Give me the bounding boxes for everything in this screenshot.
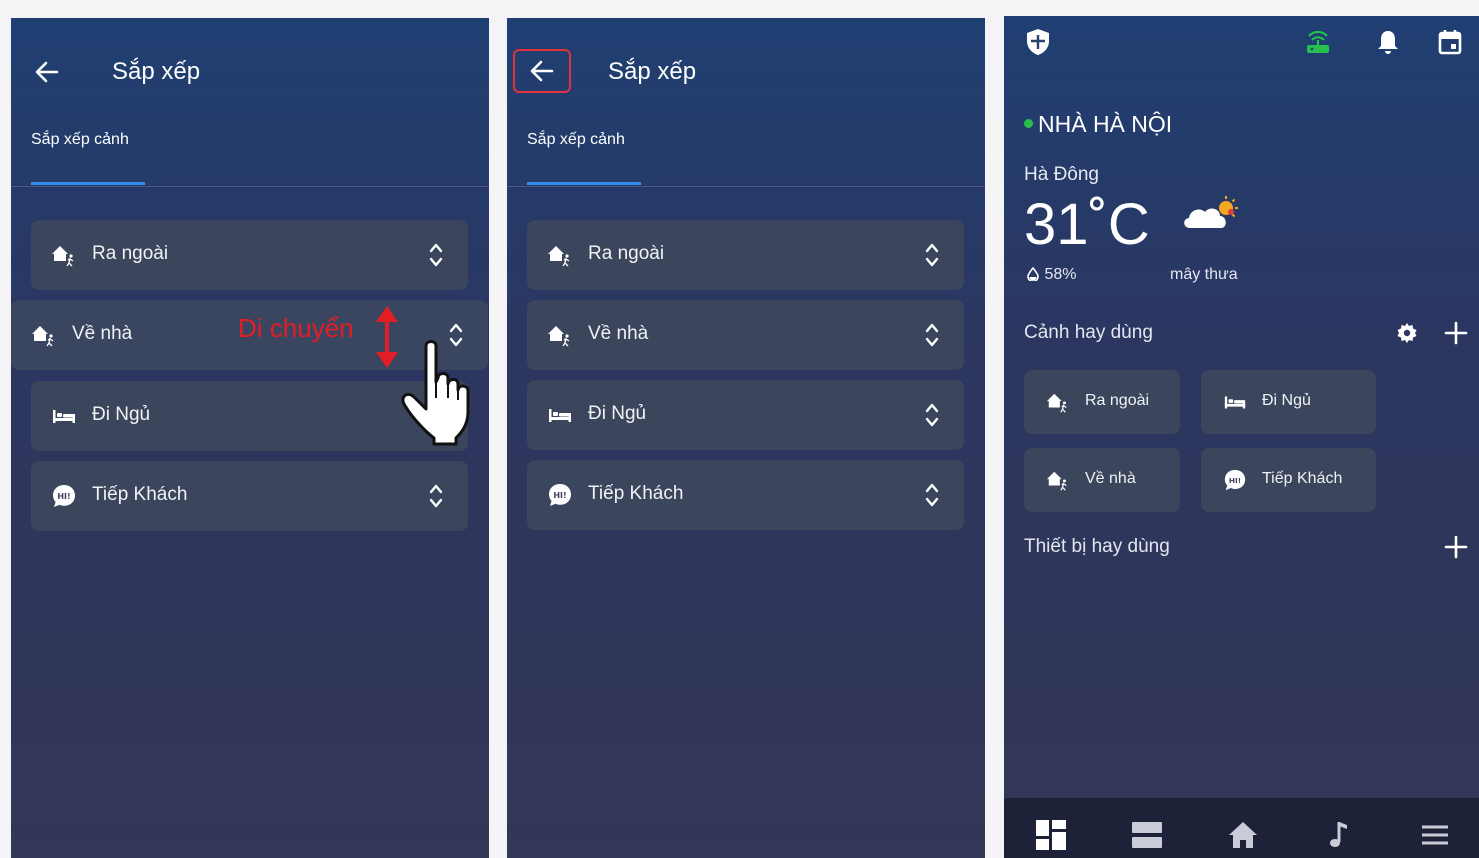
weather-location: Hà Đông <box>1024 164 1099 185</box>
scene-label: Về nhà <box>72 323 133 344</box>
rooms-icon[interactable] <box>1130 818 1164 852</box>
gear-icon[interactable] <box>1395 321 1419 345</box>
hi-bubble-icon <box>547 482 573 508</box>
shield-icon[interactable] <box>1022 26 1054 58</box>
favorite-devices-title: Thiết bị hay dùng <box>1024 536 1170 557</box>
scene-row-ve-nha[interactable]: Về nhà <box>527 300 964 370</box>
page-title: Sắp xếp <box>608 58 697 85</box>
screen-sort-back: Sắp xếp Sắp xếp cảnh Ra ngoài Về nhà Đi … <box>507 18 985 858</box>
humidity: 58% <box>1026 266 1076 284</box>
scene-chip-tiep-khach[interactable]: Tiếp Khách <box>1201 448 1376 512</box>
scene-row-ra-ngoai[interactable]: Ra ngoài <box>527 220 964 290</box>
temperature: 31˚C <box>1024 192 1150 257</box>
home-name-text: NHÀ HÀ NỘI <box>1038 111 1173 137</box>
scene-label: Tiếp Khách <box>588 483 684 504</box>
scene-chip-ra-ngoai[interactable]: Ra ngoài <box>1024 370 1180 434</box>
scene-chip-di-ngu[interactable]: Đi Ngủ <box>1201 370 1376 434</box>
return-home-icon <box>1046 468 1070 492</box>
home-name[interactable]: NHÀ HÀ NỘI <box>1024 111 1172 138</box>
header: Sắp xếp Sắp xếp cảnh <box>507 18 985 185</box>
leave-home-icon <box>1046 390 1070 414</box>
pointing-hand-icon <box>401 340 470 446</box>
back-button-highlighted[interactable] <box>513 49 571 93</box>
menu-icon[interactable] <box>1418 818 1452 852</box>
bed-icon <box>1223 390 1247 414</box>
bottom-navigation <box>1004 798 1479 858</box>
scene-chip-label: Tiếp Khách <box>1262 470 1343 487</box>
partly-cloudy-icon <box>1184 196 1238 228</box>
tab-active-indicator <box>527 182 641 185</box>
scene-label: Ra ngoài <box>588 243 665 264</box>
music-icon[interactable] <box>1322 818 1356 852</box>
divider <box>11 186 489 187</box>
scene-row-tiep-khach[interactable]: Tiếp Khách <box>527 460 964 530</box>
scene-row-tiep-khach[interactable]: Tiếp Khách <box>31 461 468 531</box>
back-arrow-icon <box>33 58 61 86</box>
scene-label: Về nhà <box>588 323 649 344</box>
bell-icon[interactable] <box>1372 26 1404 58</box>
humidity-value: 58% <box>1044 266 1077 283</box>
home-icon[interactable] <box>1226 818 1260 852</box>
tab-sort-scenes[interactable]: Sắp xếp cảnh <box>31 131 129 149</box>
divider <box>507 186 985 187</box>
return-home-icon <box>31 322 57 348</box>
scene-chip-label: Về nhà <box>1085 470 1136 487</box>
favorite-scenes-title: Cảnh hay dùng <box>1024 322 1153 343</box>
drag-handle-icon[interactable] <box>428 240 444 270</box>
router-icon[interactable] <box>1302 26 1334 58</box>
scene-chip-label: Đi Ngủ <box>1262 392 1311 409</box>
leave-home-icon <box>51 242 77 268</box>
tab-active-indicator <box>31 182 145 185</box>
add-scene-icon[interactable] <box>1443 320 1469 346</box>
scene-chip-label: Ra ngoài <box>1085 392 1150 409</box>
hi-bubble-icon <box>51 483 77 509</box>
back-arrow-icon <box>528 57 556 85</box>
scene-label: Tiếp Khách <box>92 484 188 505</box>
leave-home-icon <box>547 242 573 268</box>
drag-handle-icon[interactable] <box>924 240 940 270</box>
dashboard-icon[interactable] <box>1034 818 1068 852</box>
screen-sort-dragging: Sắp xếp Sắp xếp cảnh Ra ngoài Về nhà Đi … <box>11 18 489 858</box>
scene-chip-ve-nha[interactable]: Về nhà <box>1024 448 1180 512</box>
header: Sắp xếp Sắp xếp cảnh <box>11 18 489 185</box>
scene-row-ra-ngoai[interactable]: Ra ngoài <box>31 220 468 290</box>
scene-row-di-ngu[interactable]: Đi Ngủ <box>527 380 964 450</box>
bed-icon <box>547 402 573 428</box>
bed-icon <box>51 403 77 429</box>
calendar-icon[interactable] <box>1434 26 1466 58</box>
add-device-icon[interactable] <box>1443 534 1469 560</box>
scene-label: Đi Ngủ <box>92 404 151 425</box>
hi-bubble-icon <box>1223 468 1247 492</box>
drag-handle-icon[interactable] <box>428 481 444 511</box>
online-status-dot <box>1024 119 1033 128</box>
drag-hint-label: Di chuyển <box>238 313 354 343</box>
tab-sort-scenes[interactable]: Sắp xếp cảnh <box>527 131 625 149</box>
back-button[interactable] <box>29 54 65 90</box>
drag-handle-icon[interactable] <box>924 320 940 350</box>
screen-home-dashboard: NHÀ HÀ NỘI Hà Đông 31˚C 58% mây thưa Cản… <box>1004 16 1479 858</box>
scene-label: Ra ngoài <box>92 243 169 264</box>
drag-handle-icon[interactable] <box>924 400 940 430</box>
weather-condition: mây thưa <box>1170 266 1238 283</box>
return-home-icon <box>547 322 573 348</box>
water-drop-icon <box>1027 266 1039 283</box>
page-title: Sắp xếp <box>112 58 201 85</box>
drag-handle-icon[interactable] <box>924 480 940 510</box>
scene-label: Đi Ngủ <box>588 403 647 424</box>
